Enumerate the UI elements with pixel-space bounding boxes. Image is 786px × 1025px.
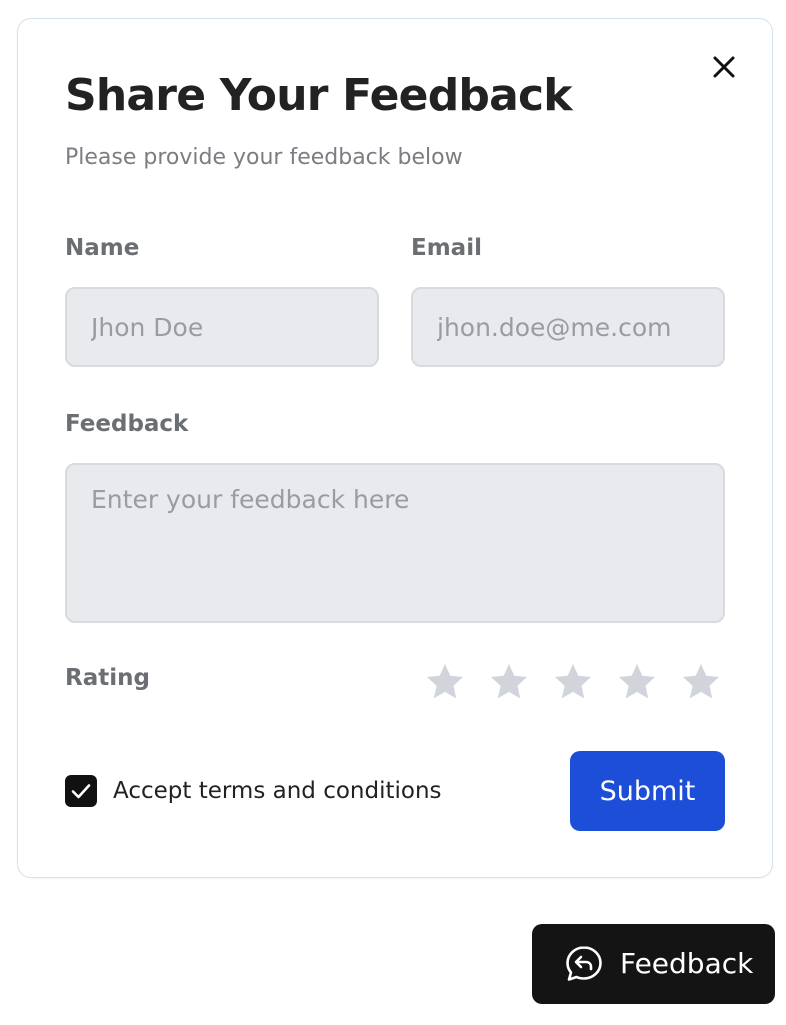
dialog-subtitle: Please provide your feedback below	[65, 145, 463, 170]
terms-checkbox[interactable]	[65, 775, 97, 807]
feedback-fab-button[interactable]: Feedback	[532, 924, 775, 1004]
dialog-title: Share Your Feedback	[65, 70, 573, 121]
star-rating	[423, 660, 725, 704]
star-icon[interactable]	[615, 660, 659, 704]
chat-reply-icon	[566, 946, 602, 981]
name-label: Name	[65, 235, 140, 261]
email-label: Email	[411, 235, 482, 261]
close-icon	[713, 56, 735, 78]
terms-label: Accept terms and conditions	[113, 778, 442, 804]
submit-button[interactable]: Submit	[570, 751, 725, 831]
star-icon[interactable]	[679, 660, 723, 704]
star-icon[interactable]	[487, 660, 531, 704]
star-icon[interactable]	[423, 660, 467, 704]
feedback-label: Feedback	[65, 411, 189, 437]
feedback-textarea[interactable]	[65, 463, 725, 623]
star-icon[interactable]	[551, 660, 595, 704]
feedback-fab-label: Feedback	[620, 947, 754, 980]
rating-label: Rating	[65, 665, 150, 691]
checkmark-icon	[71, 784, 91, 799]
name-input[interactable]	[65, 287, 379, 367]
close-button[interactable]	[702, 45, 746, 89]
email-input[interactable]	[411, 287, 725, 367]
